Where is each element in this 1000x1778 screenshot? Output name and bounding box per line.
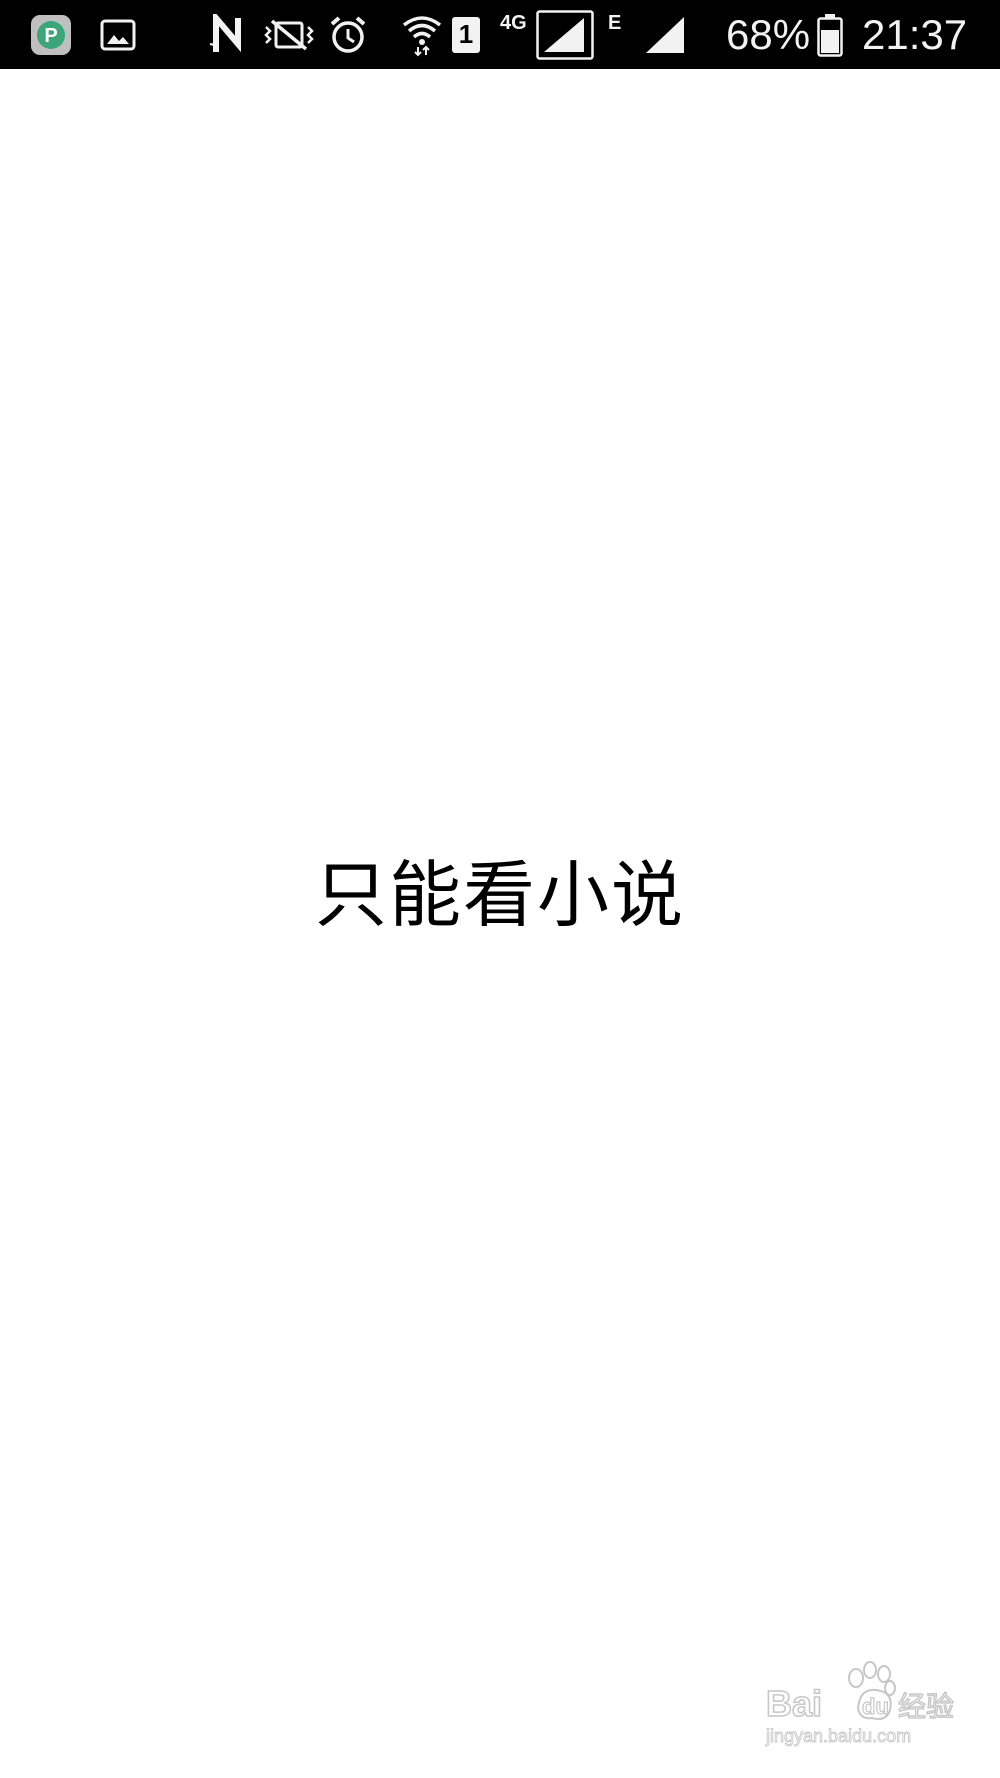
wifi-icon (402, 0, 442, 69)
watermark-bai: Bai (766, 1683, 822, 1724)
network-e-label: E (608, 12, 622, 34)
phone-screen: P 1 4G E 68% 21:37 只能看小说 Bai du 经验 jingy… (0, 0, 1000, 1778)
watermark-jingyan: 经验 (898, 1690, 954, 1723)
battery-percent: 68% (726, 10, 811, 58)
watermark-du: du (862, 1694, 889, 1719)
vibrate-mute-icon (262, 0, 316, 69)
status-bar: P 1 4G E 68% 21:37 (0, 0, 1000, 69)
nfc-icon (208, 0, 248, 69)
alarm-icon (328, 0, 368, 69)
sim-slot-number: 1 (458, 19, 474, 49)
signal-e-icon (644, 0, 686, 69)
baidu-jingyan-watermark: Bai du 经验 jingyan.baidu.com (760, 1660, 960, 1750)
network-4g-label: 4G (500, 12, 527, 34)
watermark-url: jingyan.baidu.com (765, 1726, 911, 1746)
signal-4g-icon (536, 0, 594, 69)
sim1-icon: 1 (452, 0, 480, 69)
battery-icon (817, 0, 843, 69)
clock-time: 21:37 (862, 10, 968, 58)
app-icon-letter: P (44, 25, 57, 47)
app-p-icon: P (30, 0, 72, 69)
gallery-icon (100, 0, 136, 69)
center-message: 只能看小说 (314, 853, 685, 937)
